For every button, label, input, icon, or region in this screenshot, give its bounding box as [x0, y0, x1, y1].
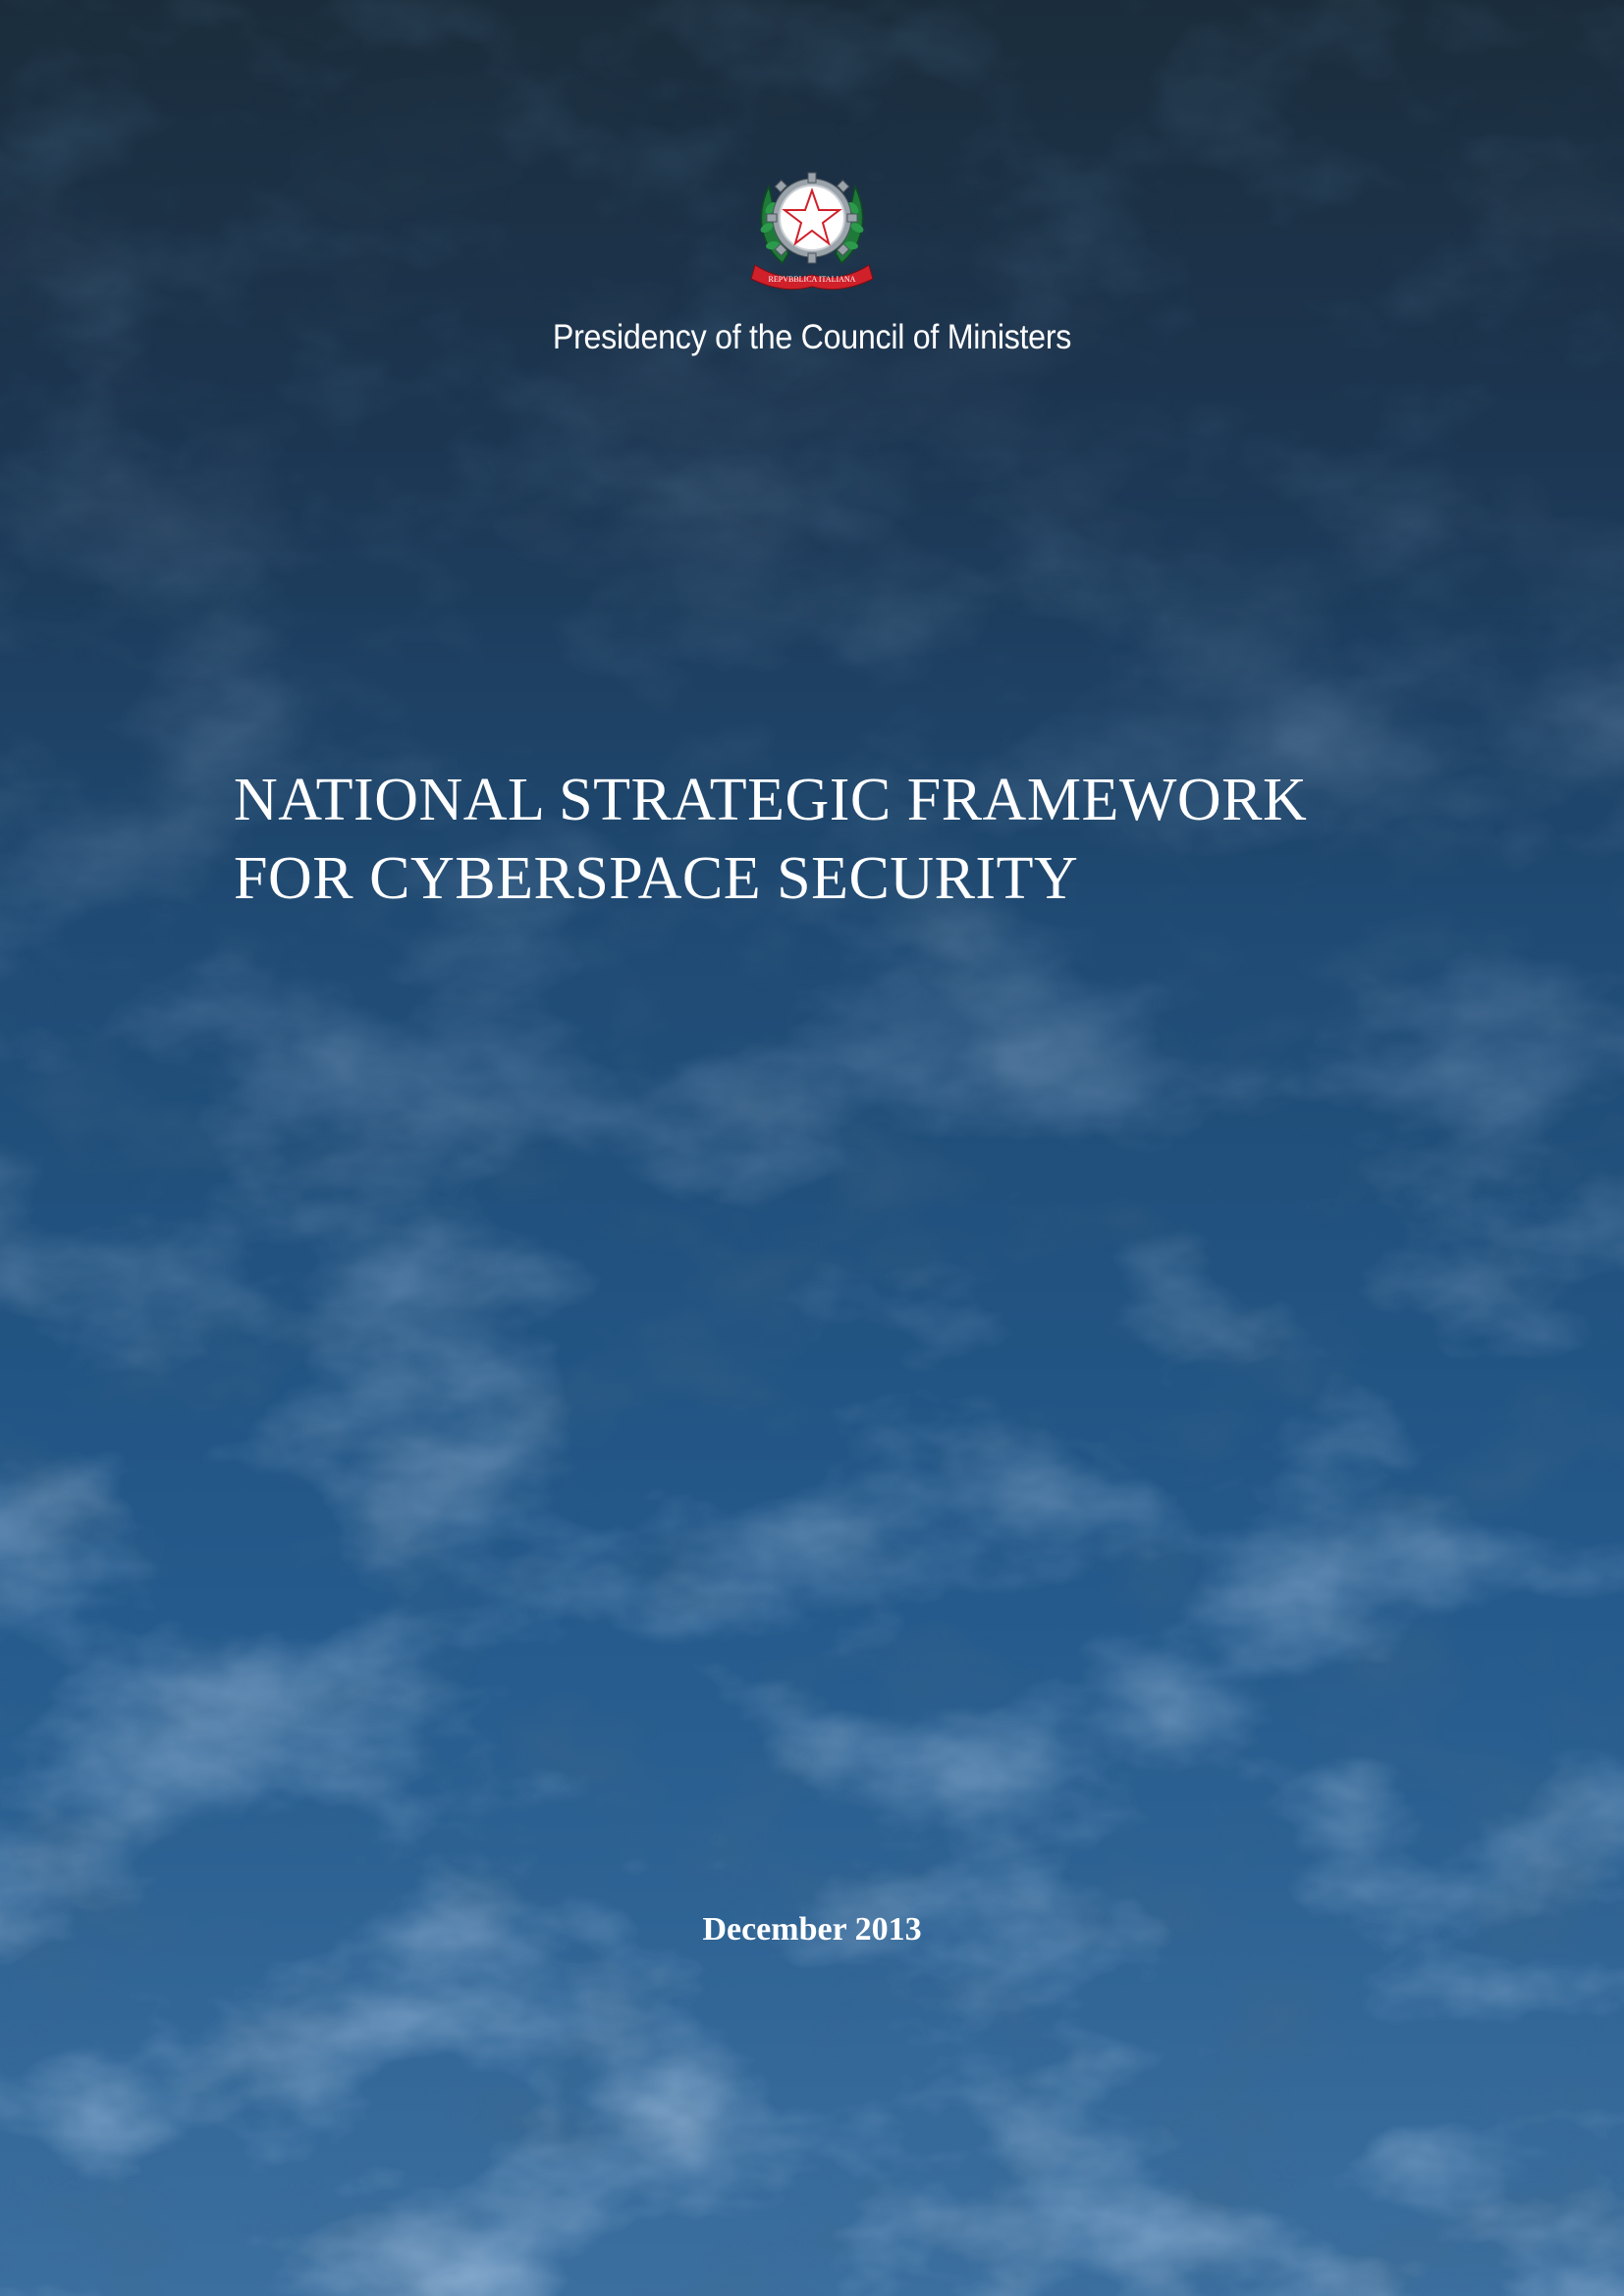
publication-date: December 2013: [702, 1911, 922, 1948]
document-cover: REPVBBLICA ITALIANA Presidency of the Co…: [0, 0, 1624, 2296]
institution-name: Presidency of the Council of Ministers: [552, 318, 1072, 356]
italian-republic-emblem: REPVBBLICA ITALIANA: [743, 147, 881, 294]
title-line-2: FOR CYBERSPACE SECURITY: [234, 845, 1079, 912]
title-line-1: NATIONAL STRATEGIC FRAMEWORK: [234, 767, 1308, 833]
emblem-ribbon-text: REPVBBLICA ITALIANA: [769, 275, 856, 284]
document-title: NATIONAL STRATEGIC FRAMEWORK FOR CYBERSP…: [234, 761, 1510, 918]
